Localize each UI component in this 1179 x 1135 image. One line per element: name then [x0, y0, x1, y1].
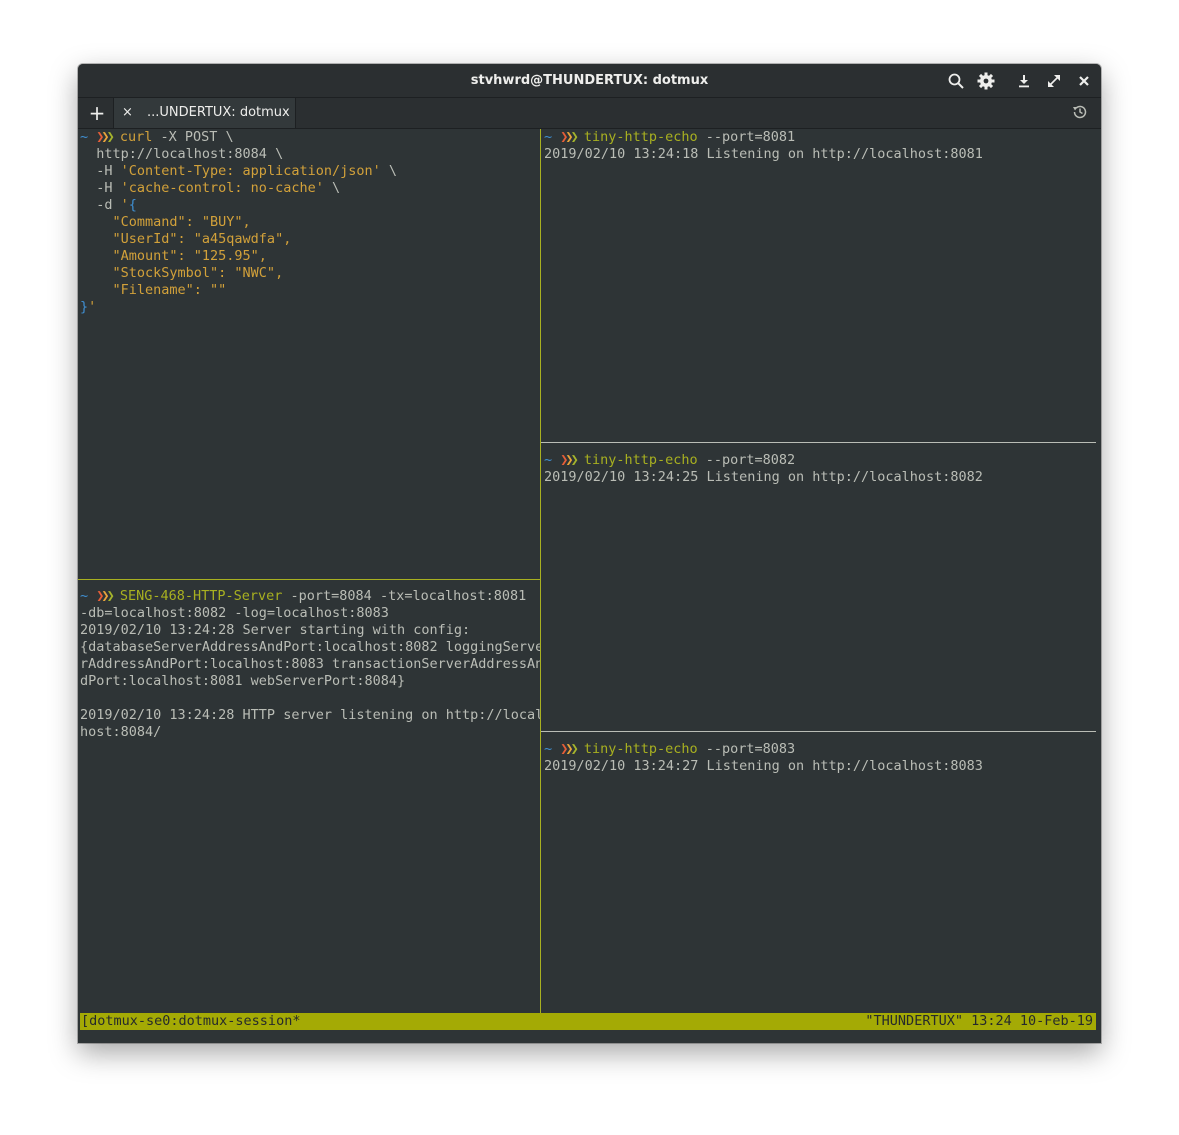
tmux-status-bar: [dotmux-se0:dotmux-session* "THUNDERTUX"…: [80, 1013, 1096, 1030]
output-line: host:8084/: [80, 724, 162, 740]
history-icon: [1073, 105, 1087, 119]
pane-divider-right-bottom[interactable]: [541, 731, 1096, 732]
new-tab-button[interactable]: +: [86, 101, 108, 125]
command-line: -H 'Content-Type: application/json' \: [80, 163, 397, 179]
json-line: "Filename": "": [80, 282, 227, 298]
prompt-line: ~ ❯❯❯ tiny-http-echo --port=8083: [544, 741, 795, 758]
close-button[interactable]: [1074, 71, 1094, 91]
search-icon: [948, 73, 964, 89]
pane-echo-8081[interactable]: ~ ❯❯❯ tiny-http-echo --port=8081 2019/02…: [542, 129, 1096, 442]
prompt-tilde: ~: [544, 452, 553, 468]
title-bar[interactable]: stvhwrd@THUNDERTUX: dotmux: [78, 64, 1101, 98]
terminal-window: stvhwrd@THUNDERTUX: dotmux + × ...UNDERT…: [78, 64, 1101, 1043]
output-line: dPort:localhost:8081 webServerPort:8084}: [80, 673, 406, 689]
pane-echo-8082[interactable]: ~ ❯❯❯ tiny-http-echo --port=8082 2019/02…: [542, 443, 1096, 731]
json-line: "UserId": "a45qawdfa",: [80, 231, 292, 247]
command-args: --port=8083: [697, 741, 796, 757]
command-args: --port=8081: [697, 129, 796, 145]
command-args: -port=8084 -tx=localhost:8081: [282, 588, 527, 604]
command-name: curl: [119, 129, 153, 145]
command-line: http://localhost:8084 \: [80, 146, 284, 162]
download-icon: [1019, 75, 1029, 88]
prompt-chevron-icon: ❯❯❯: [560, 452, 579, 468]
output-line: 2019/02/10 13:24:18 Listening on http://…: [544, 146, 983, 162]
tab-bar: + × ...UNDERTUX: dotmux: [78, 98, 1101, 129]
pane-server[interactable]: ~ ❯❯❯ SENG-468-HTTP-Server -port=8084 -t…: [78, 580, 540, 1013]
command-name: SENG-468-HTTP-Server: [119, 588, 283, 604]
command-name: tiny-http-echo: [583, 741, 698, 757]
prompt-tilde: ~: [80, 129, 89, 145]
tab-history-button[interactable]: [1071, 103, 1091, 123]
minimize-button[interactable]: [1014, 71, 1034, 91]
pane-echo-8083[interactable]: ~ ❯❯❯ tiny-http-echo --port=8083 2019/02…: [542, 732, 1096, 1013]
prompt-tilde: ~: [80, 588, 89, 604]
terminal-area[interactable]: ~ ❯❯❯ curl -X POST \ http://localhost:80…: [78, 129, 1101, 1043]
search-button[interactable]: [946, 71, 966, 91]
prompt-line: ~ ❯❯❯ curl -X POST \: [80, 129, 234, 146]
command-line: -H 'cache-control: no-cache' \: [80, 180, 341, 196]
command-name: tiny-http-echo: [583, 452, 698, 468]
prompt-line: ~ ❯❯❯ tiny-http-echo --port=8081: [544, 129, 795, 146]
header-value: 'Content-Type: application/json': [120, 163, 381, 179]
output-line: {databaseServerAddressAndPort:localhost:…: [80, 639, 540, 655]
json-line: "Command": "BUY",: [80, 214, 251, 230]
json-close-line: }': [80, 299, 97, 315]
pane-divider-vertical[interactable]: [540, 129, 541, 1014]
tab-label: ...UNDERTUX: dotmux: [147, 105, 290, 120]
json-line: "Amount": "125.95",: [80, 248, 267, 264]
pane-divider-left[interactable]: [78, 579, 540, 580]
json-line: "StockSymbol": "NWC",: [80, 265, 284, 281]
preferences-button[interactable]: [976, 71, 996, 91]
command-name: tiny-http-echo: [583, 129, 698, 145]
output-line: -db=localhost:8082 -log=localhost:8083: [80, 605, 389, 621]
session-name: [dotmux-se0:dotmux-session*: [81, 1013, 301, 1029]
close-icon: [1079, 76, 1089, 86]
prompt-chevron-icon: ❯❯❯: [560, 741, 579, 757]
prompt-line: ~ ❯❯❯ tiny-http-echo --port=8082: [544, 452, 795, 469]
prompt-tilde: ~: [544, 741, 553, 757]
prompt-line: ~ ❯❯❯ SENG-468-HTTP-Server -port=8084 -t…: [80, 588, 526, 605]
prompt-chevron-icon: ❯❯❯: [96, 129, 115, 145]
output-line: 2019/02/10 13:24:25 Listening on http://…: [544, 469, 983, 485]
prompt-tilde: ~: [544, 129, 553, 145]
pane-divider-right-top[interactable]: [541, 442, 1096, 443]
host-clock: "THUNDERTUX" 13:24 10-Feb-19: [865, 1013, 1093, 1029]
prompt-chevron-icon: ❯❯❯: [560, 129, 579, 145]
maximize-icon: [1048, 75, 1060, 87]
prompt-chevron-icon: ❯❯❯: [96, 588, 115, 604]
output-line: 2019/02/10 13:24:27 Listening on http://…: [544, 758, 983, 774]
command-line: -d '{: [80, 197, 137, 213]
maximize-button[interactable]: [1044, 71, 1064, 91]
tab-dotmux[interactable]: × ...UNDERTUX: dotmux: [113, 98, 296, 128]
output-line: 2019/02/10 13:24:28 HTTP server listenin…: [80, 707, 540, 723]
output-line: rAddressAndPort:localhost:8083 transacti…: [80, 656, 540, 672]
gear-icon: [977, 72, 995, 90]
header-value: 'cache-control: no-cache': [120, 180, 324, 196]
output-line: 2019/02/10 13:24:28 Server starting with…: [80, 622, 471, 638]
command-args: -X POST \: [152, 129, 234, 145]
command-args: --port=8082: [697, 452, 796, 468]
tab-close-icon[interactable]: ×: [122, 98, 133, 128]
pane-curl[interactable]: ~ ❯❯❯ curl -X POST \ http://localhost:80…: [78, 129, 540, 579]
